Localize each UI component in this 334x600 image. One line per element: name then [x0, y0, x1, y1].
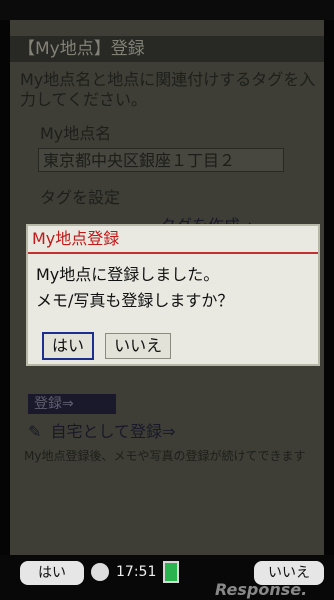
dialog-yes-button[interactable]: はい	[42, 332, 95, 360]
status-time: 17:51	[116, 564, 157, 580]
dialog-message-line1: My地点に登録しました。	[36, 265, 220, 284]
dialog-button-row: はい いいえ	[42, 332, 177, 360]
dialog-message-line2: メモ/写真も登録しますか？	[36, 291, 234, 310]
device-bezel-top	[0, 0, 334, 20]
battery-icon	[163, 561, 179, 583]
register-dialog: My地点登録 My地点に登録しました。 メモ/写真も登録しますか？ はい いいえ	[26, 224, 320, 366]
dialog-title: My地点登録	[28, 226, 318, 254]
dialog-message: My地点に登録しました。 メモ/写真も登録しますか？	[28, 254, 318, 314]
response-watermark: Response.	[215, 580, 308, 599]
phone-screen: 【My地点】登録 My地点名と地点に関連付けするタグを入力してください。 My地…	[10, 20, 324, 555]
clock-icon	[91, 563, 109, 581]
dialog-no-button[interactable]: いいえ	[105, 333, 172, 359]
soft-key-yes[interactable]: はい	[20, 561, 84, 585]
